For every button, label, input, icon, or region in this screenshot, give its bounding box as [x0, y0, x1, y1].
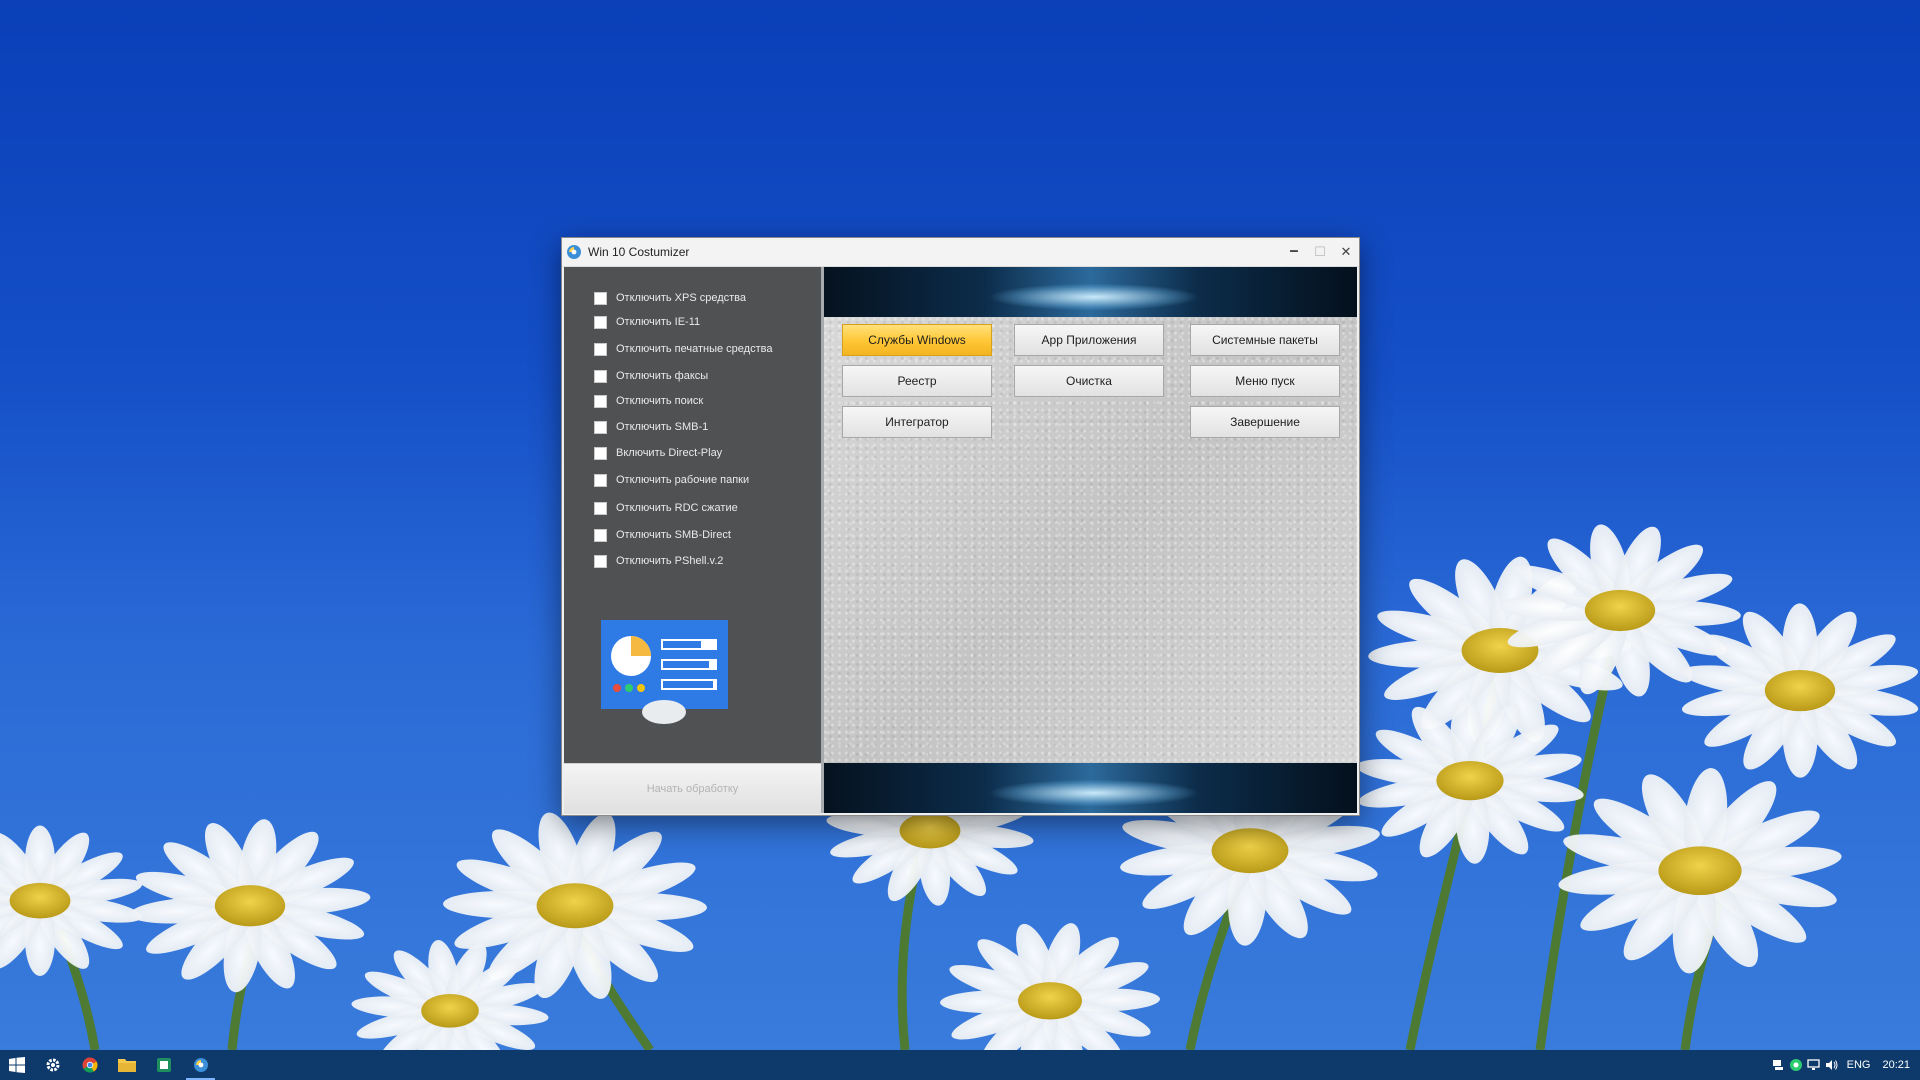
option-label: Отключить PShell.v.2 — [616, 555, 724, 567]
checkbox[interactable] — [594, 473, 607, 487]
daisy-flower — [1558, 768, 1842, 974]
option-label: Отключить RDC сжатие — [616, 502, 738, 514]
start-processing-button[interactable]: Начать обработку — [564, 763, 821, 814]
option-disable-fax[interactable]: Отключить факсы — [594, 367, 708, 385]
checkbox[interactable] — [594, 369, 607, 383]
start-menu-button[interactable]: Меню пуск — [1190, 365, 1340, 397]
option-label: Отключить IE-11 — [616, 316, 701, 328]
app-icon[interactable] — [145, 1050, 182, 1080]
dashboard-illustration-icon — [601, 620, 728, 724]
checkbox[interactable] — [594, 420, 607, 434]
taskbar: ENG 20:21 — [0, 1050, 1920, 1080]
option-disable-smb-direct[interactable]: Отключить SMB-Direct — [594, 526, 731, 544]
option-disable-ie11[interactable]: Отключить IE-11 — [594, 313, 700, 331]
option-disable-search[interactable]: Отключить поиск — [594, 392, 703, 410]
option-label: Отключить факсы — [616, 370, 709, 382]
title-bar[interactable]: Win 10 Costumizer 🗕 ☐ ✕ — [562, 238, 1359, 267]
header-banner — [824, 267, 1357, 317]
volume-icon[interactable] — [1823, 1050, 1841, 1080]
network-share-icon[interactable] — [1769, 1050, 1787, 1080]
customizer-icon[interactable] — [182, 1050, 219, 1080]
options-panel: Отключить XPS средства Отключить IE-11 О… — [564, 267, 821, 763]
option-enable-directplay[interactable]: Включить Direct-Play — [594, 444, 722, 462]
registry-button[interactable]: Реестр — [842, 365, 992, 397]
app-apps-button[interactable]: App Приложения — [1014, 324, 1164, 356]
daisy-flower — [1681, 603, 1919, 778]
chrome-icon[interactable] — [71, 1050, 108, 1080]
checkbox[interactable] — [594, 291, 607, 305]
footer-banner — [824, 763, 1357, 813]
option-disable-rdc[interactable]: Отключить RDC сжатие — [594, 499, 738, 517]
customizer-app-icon — [567, 245, 581, 259]
option-disable-xps[interactable]: Отключить XPS средства — [594, 289, 746, 307]
option-disable-pshell2[interactable]: Отключить PShell.v.2 — [594, 552, 723, 570]
checkbox[interactable] — [594, 446, 607, 460]
option-label: Отключить печатные средства — [616, 343, 773, 355]
cleanup-button[interactable]: Очистка — [1014, 365, 1164, 397]
daisy-flower — [1356, 697, 1584, 864]
checkbox[interactable] — [594, 554, 607, 568]
clock[interactable]: 20:21 — [1882, 1059, 1910, 1071]
checkbox[interactable] — [594, 342, 607, 356]
windows-services-button[interactable]: Службы Windows — [842, 324, 992, 356]
checkbox[interactable] — [594, 315, 607, 329]
option-disable-smb1[interactable]: Отключить SMB-1 — [594, 418, 708, 436]
daisy-flower — [129, 819, 371, 993]
actions-panel: Службы Windows App Приложения Системные … — [821, 267, 1360, 813]
daisy-flower — [0, 825, 142, 976]
file-explorer-icon[interactable] — [108, 1050, 145, 1080]
finish-button[interactable]: Завершение — [1190, 406, 1340, 438]
option-label: Отключить XPS средства — [616, 292, 747, 304]
settings-icon[interactable] — [34, 1050, 71, 1080]
minimize-button[interactable]: 🗕 — [1281, 238, 1307, 266]
customizer-tray-icon[interactable] — [1787, 1050, 1805, 1080]
option-label: Отключить поиск — [616, 395, 704, 407]
option-label: Отключить SMB-Direct — [616, 529, 731, 541]
maximize-button[interactable]: ☐ — [1307, 238, 1333, 266]
customizer-window: Win 10 Costumizer 🗕 ☐ ✕ Отключить XPS ср… — [561, 237, 1360, 816]
language-indicator[interactable]: ENG — [1847, 1059, 1871, 1071]
option-disable-print[interactable]: Отключить печатные средства — [594, 340, 772, 358]
option-label: Включить Direct-Play — [616, 447, 723, 459]
option-label: Отключить SMB-1 — [616, 421, 709, 433]
system-packages-button[interactable]: Системные пакеты — [1190, 324, 1340, 356]
system-tray: ENG 20:21 — [1769, 1050, 1920, 1080]
checkbox[interactable] — [594, 501, 607, 515]
network-icon[interactable] — [1805, 1050, 1823, 1080]
integrator-button[interactable]: Интегратор — [842, 406, 992, 438]
close-button[interactable]: ✕ — [1333, 238, 1359, 266]
window-title: Win 10 Costumizer — [588, 245, 690, 259]
checkbox[interactable] — [594, 528, 607, 542]
daisy-flower — [940, 923, 1160, 1050]
option-label: Отключить рабочие папки — [616, 474, 750, 486]
checkbox[interactable] — [594, 394, 607, 408]
windows-start-icon[interactable] — [0, 1050, 34, 1080]
option-disable-work-folders[interactable]: Отключить рабочие папки — [594, 471, 749, 489]
